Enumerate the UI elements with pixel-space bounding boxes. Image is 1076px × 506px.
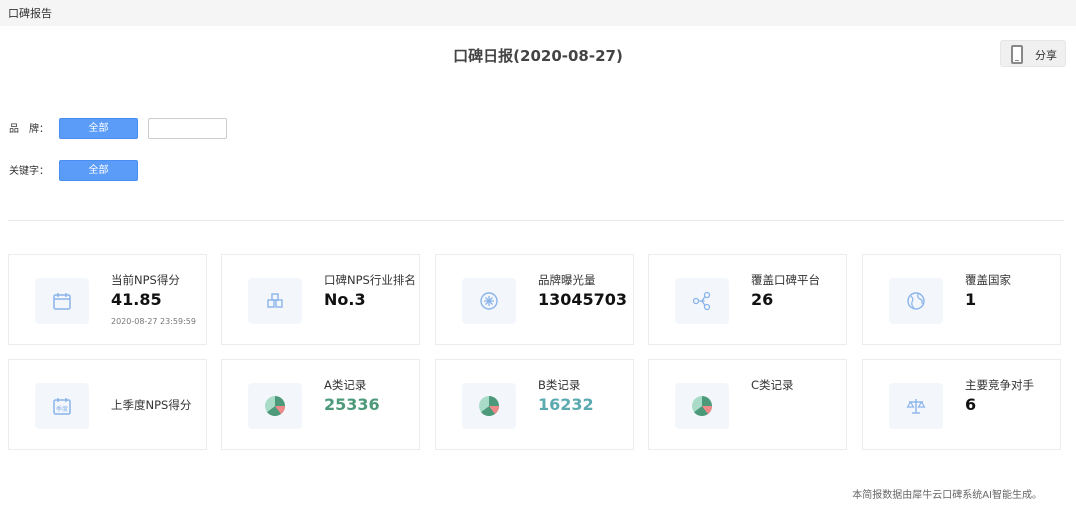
card-label: 覆盖口碑平台 bbox=[751, 273, 820, 287]
exposure-icon bbox=[462, 278, 516, 324]
pie-chart-icon bbox=[675, 383, 729, 429]
card-label: B类记录 bbox=[538, 378, 581, 392]
card-label: 当前NPS得分 bbox=[111, 273, 180, 287]
divider bbox=[8, 220, 1064, 221]
card-value: 25336 bbox=[324, 395, 380, 414]
share-button[interactable]: 分享 bbox=[1000, 40, 1066, 67]
pie-chart-icon bbox=[462, 383, 516, 429]
mobile-phone-icon bbox=[1011, 45, 1023, 64]
brand-label: 品 牌： bbox=[9, 124, 49, 135]
share-nodes-icon bbox=[675, 278, 729, 324]
card-timestamp: 2020-08-27 23:59:59 bbox=[111, 317, 196, 326]
rank-blocks-icon bbox=[248, 278, 302, 324]
share-button-label: 分享 bbox=[1035, 49, 1057, 62]
card-label: 上季度NPS得分 bbox=[111, 398, 192, 412]
top-bar: 口碑报告 bbox=[0, 0, 1076, 26]
card-value: 16232 bbox=[538, 395, 594, 414]
page-title: 口碑日报(2020-08-27) bbox=[453, 47, 623, 65]
card-b-records: B类记录 16232 bbox=[435, 359, 634, 450]
season-calendar-icon: 季度 bbox=[35, 383, 89, 429]
card-current-nps: 当前NPS得分 41.85 2020-08-27 23:59:59 bbox=[8, 254, 207, 345]
season-icon-text: 季度 bbox=[56, 405, 68, 413]
card-label: 主要竞争对手 bbox=[965, 378, 1034, 392]
card-label: A类记录 bbox=[324, 378, 367, 392]
card-value: 13045703 bbox=[538, 290, 628, 309]
card-platforms: 覆盖口碑平台 26 bbox=[648, 254, 847, 345]
balance-scale-icon bbox=[889, 383, 943, 429]
card-nps-rank: 口碑NPS行业排名 No.3 bbox=[221, 254, 420, 345]
globe-icon bbox=[889, 278, 943, 324]
card-countries: 覆盖国家 1 bbox=[862, 254, 1061, 345]
footer-note: 本简报数据由犀牛云口碑系统AI智能生成。 bbox=[852, 490, 1042, 501]
app-title: 口碑报告 bbox=[8, 7, 52, 20]
card-last-season-nps: 季度 上季度NPS得分 bbox=[8, 359, 207, 450]
card-label: 口碑NPS行业排名 bbox=[324, 273, 416, 287]
calendar-icon bbox=[35, 278, 89, 324]
brand-input[interactable] bbox=[148, 118, 227, 139]
card-label: 覆盖国家 bbox=[965, 273, 1011, 287]
keyword-all-button[interactable]: 全部 bbox=[59, 160, 138, 181]
card-value: 1 bbox=[965, 290, 977, 309]
card-competitors: 主要竞争对手 6 bbox=[862, 359, 1061, 450]
card-value: 41.85 bbox=[111, 290, 162, 309]
card-label: 品牌曝光量 bbox=[538, 273, 596, 287]
pie-chart-icon bbox=[248, 383, 302, 429]
card-value: 6 bbox=[965, 395, 977, 414]
card-value: 26 bbox=[751, 290, 774, 309]
keyword-label: 关键字： bbox=[9, 166, 49, 177]
card-a-records: A类记录 25336 bbox=[221, 359, 420, 450]
brand-all-button[interactable]: 全部 bbox=[59, 118, 138, 139]
card-label: C类记录 bbox=[751, 378, 794, 392]
card-c-records: C类记录 bbox=[648, 359, 847, 450]
card-value: No.3 bbox=[324, 290, 366, 309]
card-brand-exposure: 品牌曝光量 13045703 bbox=[435, 254, 634, 345]
